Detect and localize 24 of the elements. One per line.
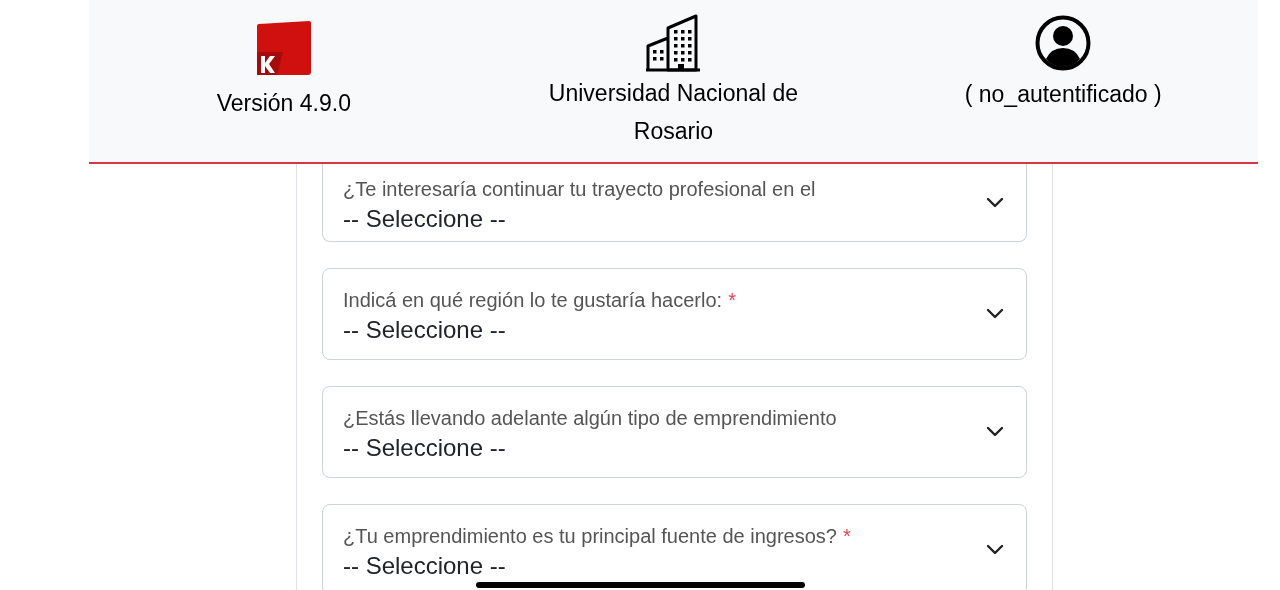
chevron-down-icon: [986, 308, 1004, 320]
chevron-down-icon: [986, 426, 1004, 438]
building-icon: [646, 14, 701, 72]
user-avatar-icon[interactable]: [1035, 15, 1092, 71]
institution-label: Universidad Nacional de Rosario: [547, 79, 800, 146]
field-label: ¿Te interesaría continuar tu trayecto profesional en el: [343, 176, 816, 202]
field-label: ¿Tu emprendimiento es tu principal fuente de ingresos?: [343, 524, 837, 549]
select-field[interactable]: Indicá en qué región lo te gustaría hacerlo: * -- Seleccione --: [322, 268, 1027, 360]
select-value: -- Seleccione --: [343, 315, 506, 345]
field-label: Indicá en qué región lo te gustaría hacerlo:: [343, 288, 723, 313]
required-asterisk: *: [728, 288, 736, 313]
chevron-down-icon: [986, 196, 1004, 209]
select-value: -- Seleccione --: [343, 551, 506, 581]
select-value: -- Seleccione --: [343, 203, 506, 234]
logo-icon: [254, 20, 313, 76]
select-field[interactable]: ¿Tu emprendimiento es tu principal fuente de ingresos? * -- Seleccione --: [322, 504, 1027, 590]
field-label: ¿Estás llevando adelante algún tipo de emprendimiento: [343, 406, 837, 431]
select-field[interactable]: ¿Te interesaría continuar tu trayecto profesional en el -- Seleccione --: [322, 164, 1027, 242]
version-label: Versión 4.9.0: [216, 89, 351, 118]
required-asterisk: *: [843, 524, 851, 549]
chevron-down-icon: [986, 544, 1004, 556]
user-label: ( no_autentificado ): [964, 80, 1162, 109]
select-value: -- Seleccione --: [343, 433, 506, 463]
select-field[interactable]: ¿Estás llevando adelante algún tipo de emprendimiento -- Seleccione --: [322, 386, 1027, 478]
